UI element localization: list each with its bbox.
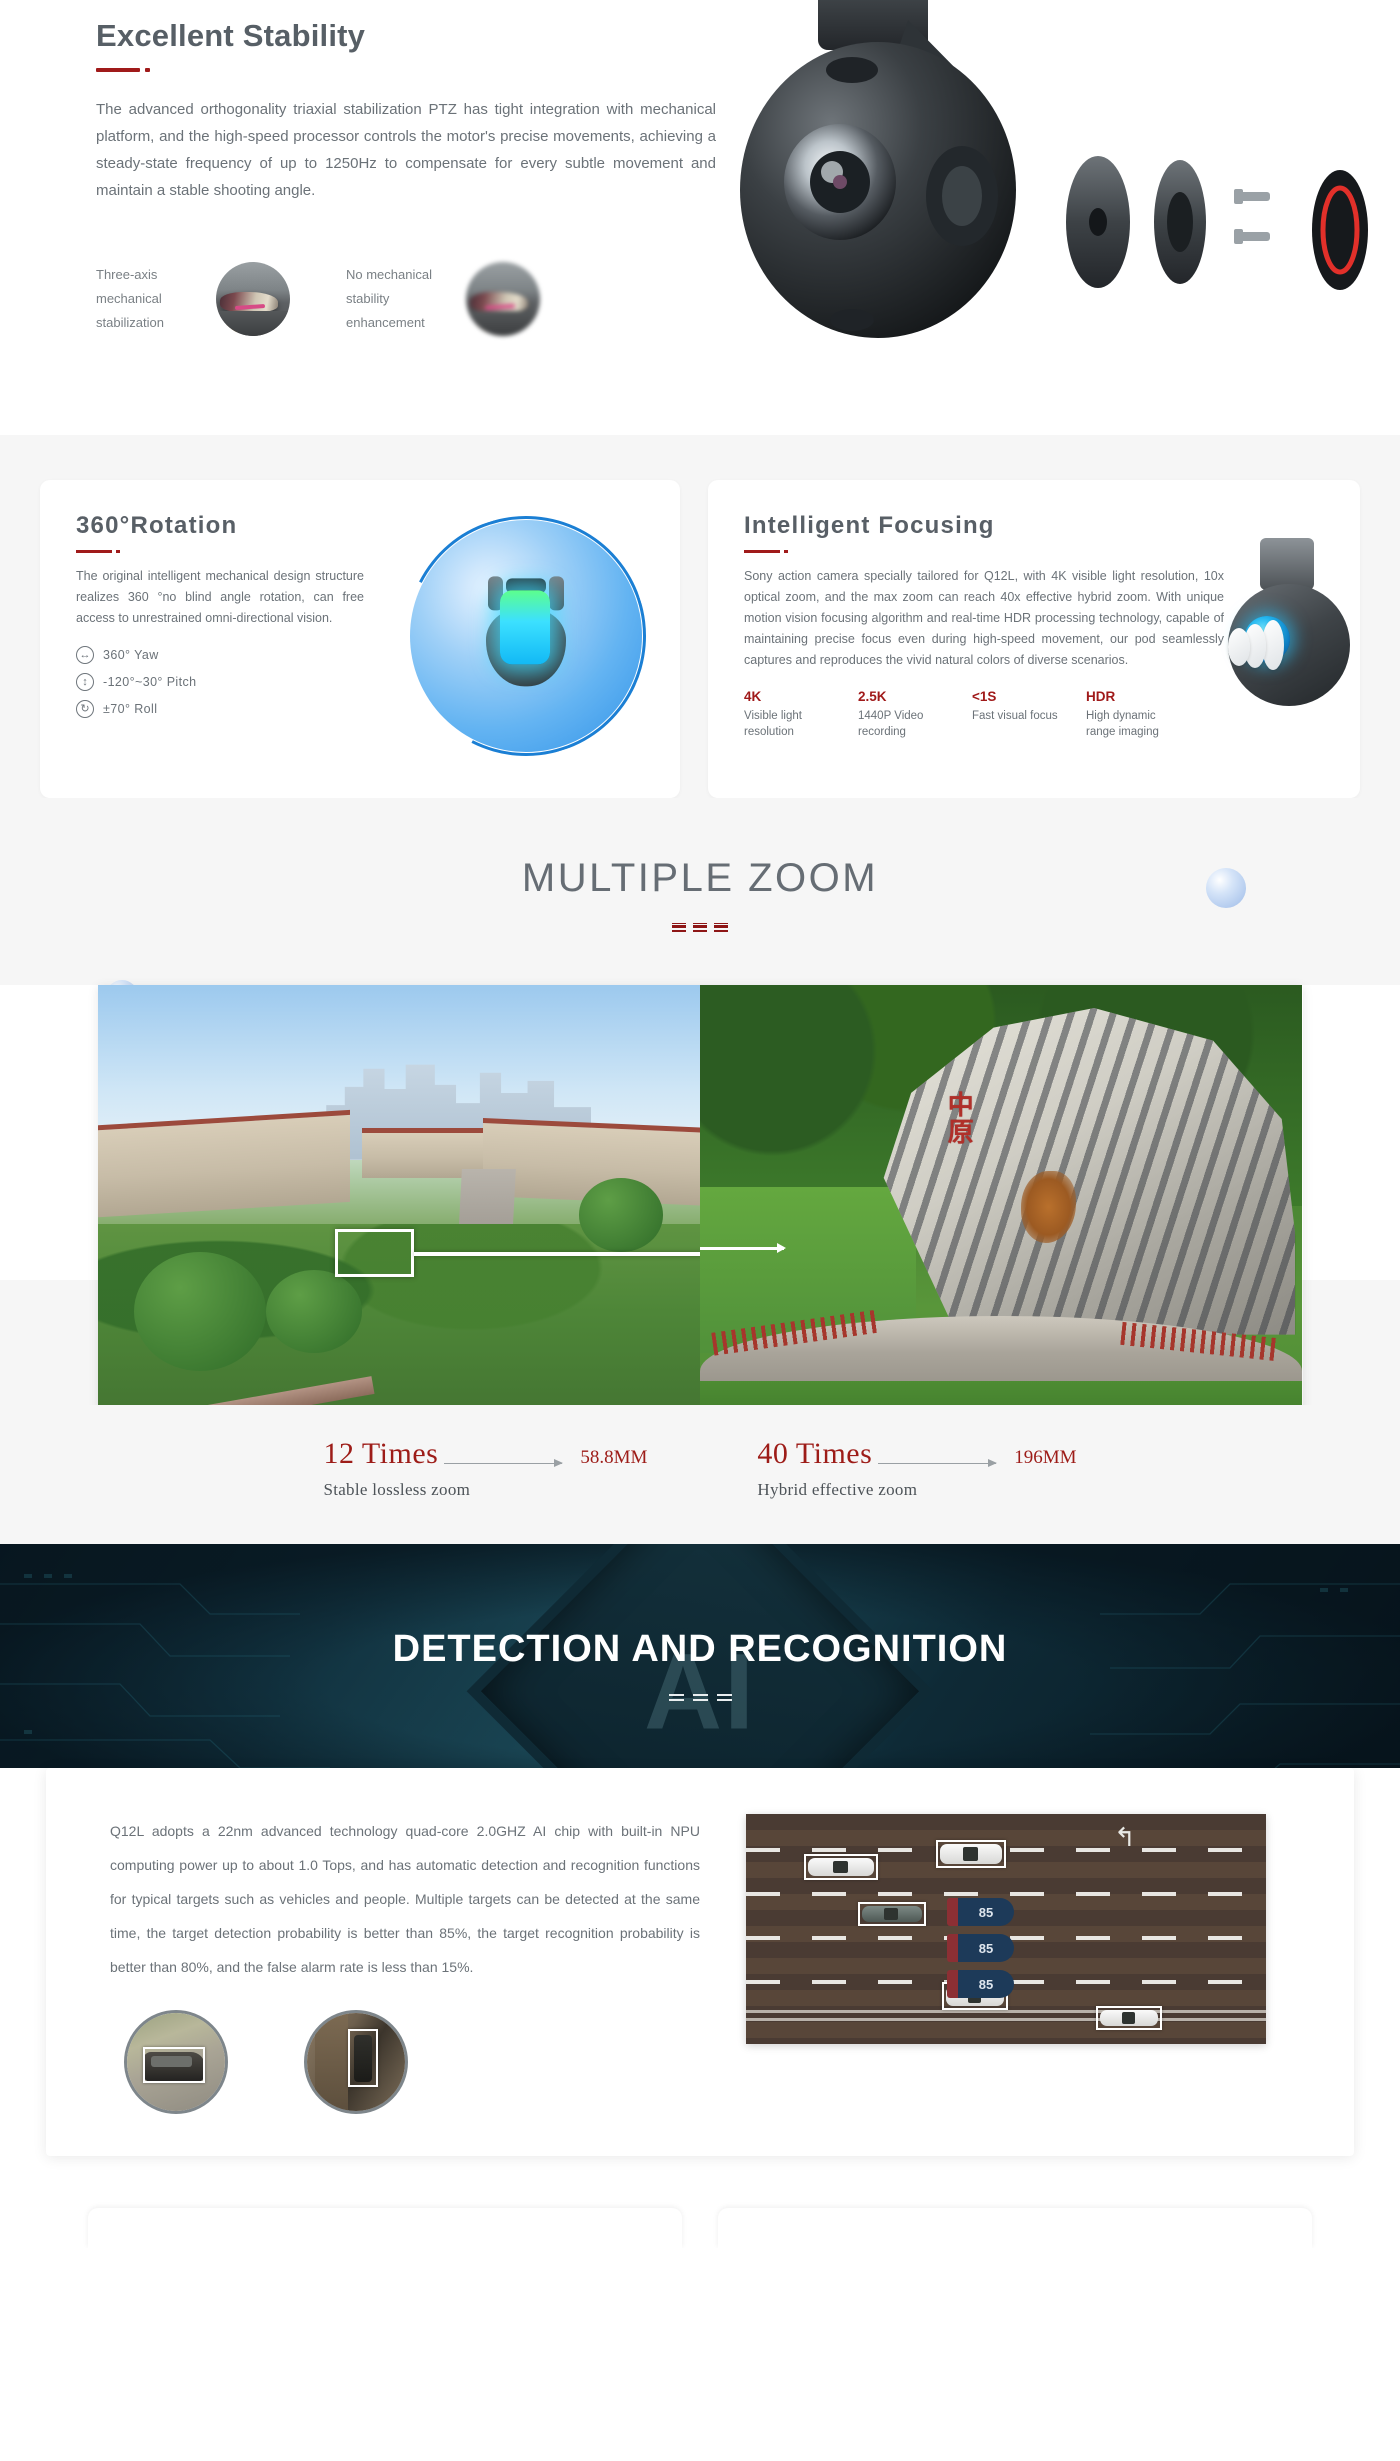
card-intelligent-focusing: Intelligent Focusing Sony action camera … [708,480,1360,798]
metric-hdr-key: HDR [1086,689,1116,704]
metric-25k: 2.5K 1440P Video recording [858,689,950,740]
metric-hdr: HDR High dynamic range imaging [1086,689,1178,740]
stat-arrow-icon-2 [878,1459,998,1467]
detection-thumbnails [110,2010,746,2114]
metric-1s: <1S Fast visual focus [972,689,1064,740]
section-zoom-comparison: 中原 [0,985,1400,1445]
metric-4k: 4K Visible light resolution [744,689,836,740]
road-direction-arrow-icon: ↰ [1114,1822,1136,1852]
detected-vehicle-1 [804,1854,878,1880]
person-detection-thumbnail [304,2010,408,2114]
detected-vehicle-5 [1096,2006,1162,2030]
section-feature-cards: 360°Rotation The original intelligent me… [0,435,1400,798]
road-speed-marker-2: 85 [947,1934,1014,1962]
spec-pitch-label: -120°~30° Pitch [103,675,197,689]
road-speed-marker-3: 85 [947,1970,1014,1998]
stability-paragraph: The advanced orthogonality triaxial stab… [96,101,716,199]
stat-arrow-icon-1 [444,1459,564,1467]
roll-arrows-icon: ↻ [76,700,94,718]
thumb-label-stabilized: Three-axis mechanical stabilization [96,267,164,330]
detection-bounding-box-person [348,2028,378,2088]
metric-hdr-value: High dynamic range imaging [1086,710,1159,738]
metric-1s-value: Fast visual focus [972,710,1058,722]
stat-40x-mm: 196MM [1014,1447,1077,1468]
bottom-card-left [88,2208,682,2248]
detection-right-column: 85 85 85 ↰ [746,1814,1354,2114]
detection-card: Q12L adopts a 22nm advanced technology q… [46,1768,1354,2156]
heading-equals-decoration [0,923,1400,929]
section-multiple-zoom-heading: MULTIPLE ZOOM [0,798,1400,1012]
thumb-pair-unstabilized: No mechanical stability enhancement [346,262,540,336]
stat-optical-zoom: 12 Times 58.8MM Stable lossless zoom [323,1439,647,1500]
rotation-paragraph: The original intelligent mechanical desi… [76,569,364,625]
wide-angle-photo [97,985,700,1445]
rotation-sphere-illustration [374,484,678,788]
detected-vehicle-2 [936,1840,1006,1868]
road-speed-marker-1: 85 [947,1898,1014,1926]
zoomed-photo: 中原 [699,985,1302,1445]
card-360-rotation: 360°Rotation The original intelligent me… [40,480,680,798]
thumb-pair-stabilized: Three-axis mechanical stabilization [96,262,290,336]
section-detection-details: Q12L adopts a 22nm advanced technology q… [0,1768,1400,2190]
page-title: Excellent Stability [96,18,366,53]
metric-1s-key: <1S [972,689,997,704]
stabilized-sample-image [216,262,290,336]
section-excellent-stability: Excellent Stability The advanced orthogo… [0,0,1400,435]
zoom-arrow-icon [699,1243,787,1254]
thumb-label-unstabilized: No mechanical stability enhancement [346,267,432,330]
stability-text-block: Excellent Stability The advanced orthogo… [96,18,716,204]
banner-equals-decoration [0,1694,1400,1701]
stat-12x-sub: Stable lossless zoom [323,1480,471,1499]
unstabilized-sample-image [466,262,540,336]
detection-left-column: Q12L adopts a 22nm advanced technology q… [46,1814,746,2114]
stability-thumbnails: Three-axis mechanical stabilization No m… [96,262,540,336]
spec-roll-label: ±70° Roll [103,702,158,716]
section-bottom-cards [0,2190,1400,2248]
vehicle-detection-thumbnail [124,2010,228,2114]
spec-yaw-label: 360° Yaw [103,648,159,662]
stat-40x-times: 40 Times [757,1437,873,1470]
stat-hybrid-zoom: 40 Times 196MM Hybrid effective zoom [757,1439,1076,1500]
focusing-paragraph: Sony action camera specially tailored fo… [744,569,1224,667]
zoom-link-line [413,1251,700,1256]
zoom-comparison-photos: 中原 [97,985,1303,1445]
aerial-highway-detection-image: 85 85 85 ↰ [746,1814,1266,2044]
section-zoom-stats: 12 Times 58.8MM Stable lossless zoom 40 … [0,1405,1400,1544]
yaw-arrows-icon: ↔ [76,646,94,664]
title-underline [96,68,716,72]
detection-bounding-box-vehicle [142,2047,206,2083]
metric-25k-value: 1440P Video recording [858,710,924,738]
stat-12x-times: 12 Times [323,1437,439,1470]
detected-vehicle-3 [858,1902,926,1926]
stat-12x-mm: 58.8MM [580,1447,648,1468]
metric-4k-value: Visible light resolution [744,710,802,738]
detection-paragraph: Q12L adopts a 22nm advanced technology q… [110,1823,700,1975]
metric-4k-key: 4K [744,689,762,704]
zoom-selection-box [335,1228,414,1278]
pitch-arrows-icon: ↕ [76,673,94,691]
gimbal-exploded-view-image [700,0,1400,380]
focusing-camera-illustration [1174,532,1354,742]
detection-banner-title: DETECTION AND RECOGNITION [392,1628,1008,1670]
stat-40x-sub: Hybrid effective zoom [757,1480,918,1499]
decorative-sphere-right [1206,868,1246,908]
metric-25k-key: 2.5K [858,689,887,704]
multiple-zoom-heading: MULTIPLE ZOOM [521,856,879,900]
bottom-card-right [718,2208,1312,2248]
product-page: Excellent Stability The advanced orthogo… [0,0,1400,2248]
